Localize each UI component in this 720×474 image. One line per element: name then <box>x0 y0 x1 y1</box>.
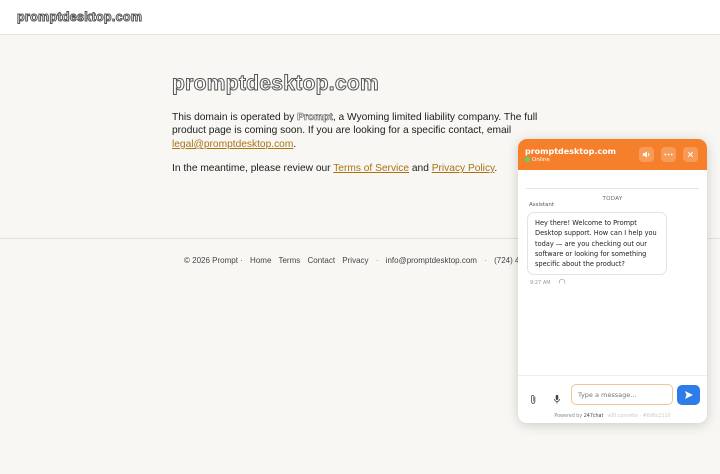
privacy-policy-link[interactable]: Privacy Policy <box>432 163 495 174</box>
chat-header: promptdesktop.com Online <box>518 139 707 170</box>
composer-divider <box>518 375 707 376</box>
message-input[interactable] <box>571 384 673 405</box>
intro-text-a: This domain is operated by <box>172 112 298 123</box>
chat-widget: promptdesktop.com Online TODAY Assistant… <box>518 139 707 423</box>
attach-button[interactable] <box>529 390 538 409</box>
send-button[interactable] <box>677 385 700 405</box>
message-meta: 9:27 AM <box>530 278 566 286</box>
powered-by: Powered by 247chat v00.cornette · #6d6c21… <box>518 414 707 419</box>
company-name: Prompt <box>297 112 333 124</box>
send-icon <box>685 391 693 399</box>
terms-of-service-link[interactable]: Terms of Service <box>333 163 409 174</box>
footer-terms-link[interactable]: Terms <box>278 256 300 265</box>
review-end: . <box>494 163 498 175</box>
headphones-icon <box>559 278 566 284</box>
chat-title: promptdesktop.com <box>525 147 616 156</box>
chat-status-label: Online <box>532 157 550 163</box>
footer: © 2026 Prompt · Home Terms Contact Priva… <box>184 256 540 265</box>
footer-home-link[interactable]: Home <box>250 256 271 265</box>
footer-contact-link[interactable]: Contact <box>307 256 335 265</box>
message-time: 9:27 AM <box>530 280 551 286</box>
page-title: promptdesktop.com <box>172 72 380 96</box>
close-chat-button[interactable] <box>683 147 698 162</box>
intro-text-c: . <box>293 138 297 150</box>
review-text-a: In the meantime, please review our <box>172 163 334 175</box>
speaker-icon <box>642 151 650 158</box>
more-options-button[interactable] <box>661 147 676 162</box>
top-bar: promptdesktop.com <box>0 0 720 35</box>
microphone-icon <box>554 394 560 404</box>
email-link[interactable]: legal@promptdesktop.com <box>172 139 293 150</box>
day-label-text: TODAY <box>596 196 629 202</box>
powered-prefix: Powered by <box>554 414 584 419</box>
footer-privacy-link[interactable]: Privacy <box>342 256 368 265</box>
assistant-message-bubble: Hey there! Welcome to Prompt Desktop sup… <box>527 212 667 276</box>
footer-separator: · <box>375 256 379 265</box>
main-content: promptdesktop.com This domain is operate… <box>172 72 542 187</box>
site-logo[interactable]: promptdesktop.com <box>16 10 142 25</box>
sound-button[interactable] <box>639 147 654 162</box>
powered-extra: v00.cornette · #6d6c2110 <box>607 414 671 419</box>
more-dots-icon <box>664 153 673 156</box>
close-icon <box>687 151 694 158</box>
footer-separator: · <box>484 256 487 265</box>
voice-button[interactable] <box>553 390 561 409</box>
review-and: and <box>409 163 432 175</box>
chat-status: Online <box>525 157 550 163</box>
footer-email-link[interactable]: info@promptdesktop.com <box>386 256 477 265</box>
message-sender: Assistant <box>529 202 555 208</box>
powered-brand[interactable]: 247chat <box>584 414 604 419</box>
footer-copyright: © 2026 Prompt · <box>184 256 243 265</box>
intro-paragraph: This domain is operated by Prompt, a Wyo… <box>172 111 542 151</box>
paperclip-icon <box>531 395 536 404</box>
review-paragraph: In the meantime, please review our Terms… <box>172 162 542 175</box>
online-dot-icon <box>525 157 530 162</box>
